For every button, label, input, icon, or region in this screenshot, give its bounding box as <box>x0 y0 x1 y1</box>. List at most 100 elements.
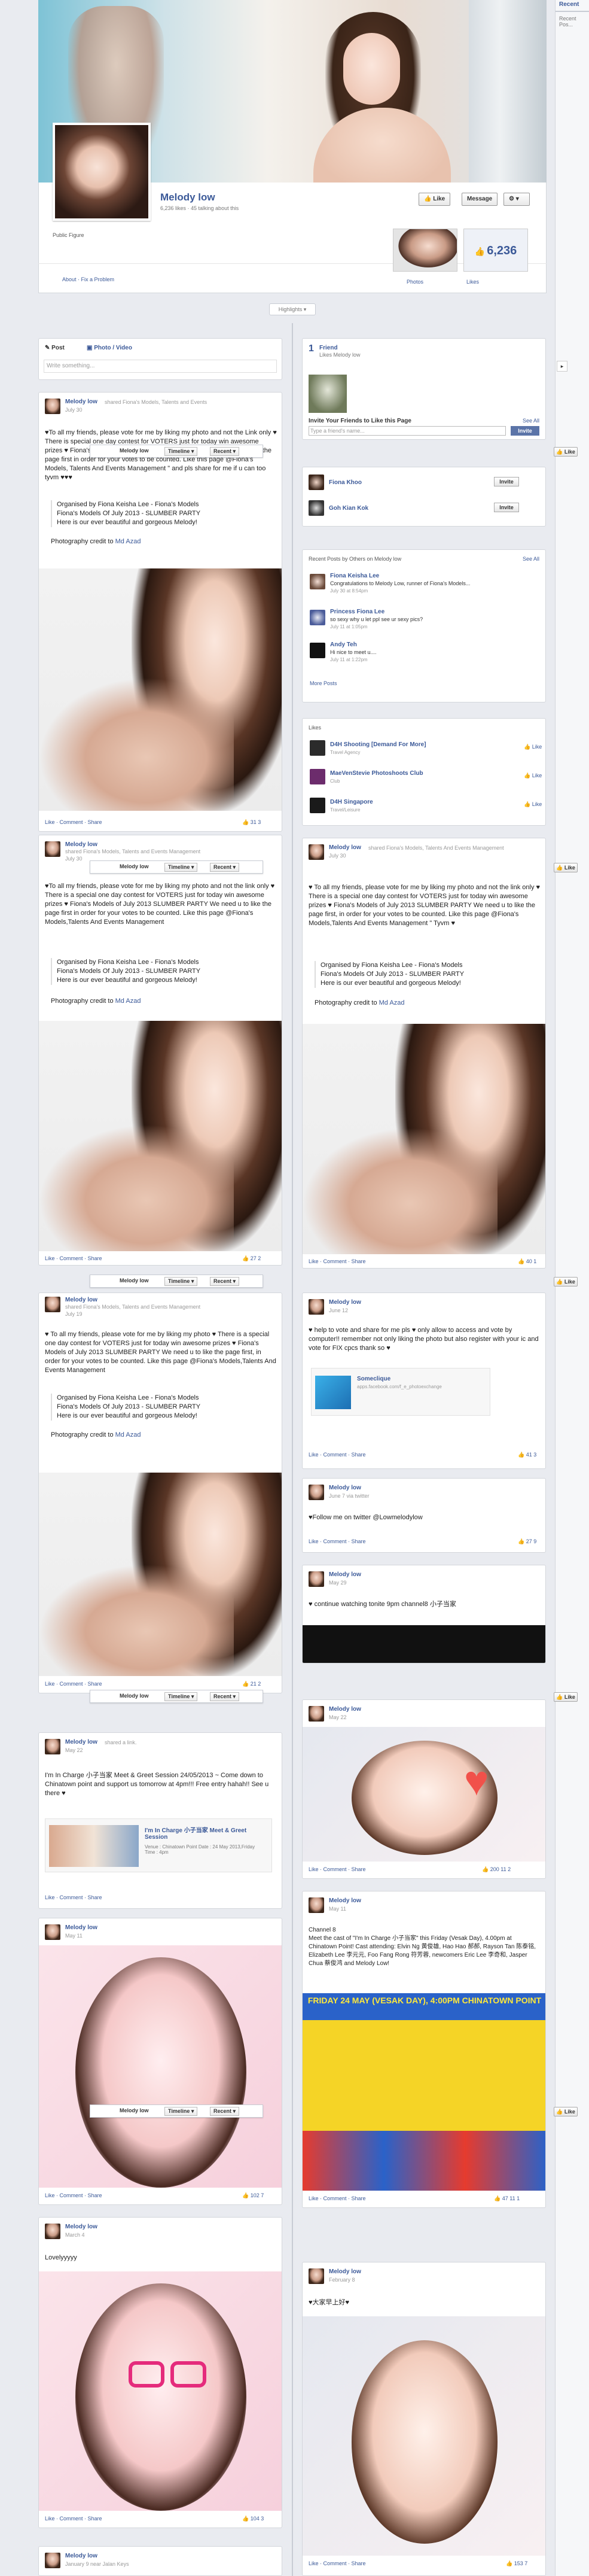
tab-post[interactable]: ✎ Post <box>45 345 65 351</box>
like-page-button[interactable]: 👍 Like <box>524 801 542 808</box>
friend-name[interactable]: Fiona Khoo <box>329 479 362 486</box>
invite-button[interactable]: Invite <box>494 503 519 512</box>
photos-thumbnail[interactable] <box>393 229 457 272</box>
post-actions[interactable]: Like · Comment · Share <box>309 2195 366 2201</box>
side-title[interactable]: Recent <box>559 1 579 8</box>
post-date[interactable]: May 11 <box>329 1906 346 1912</box>
post-author[interactable]: Melody low <box>329 1571 361 1578</box>
post-photo[interactable] <box>303 2316 545 2556</box>
credit-link[interactable]: Md Azad <box>115 1431 141 1438</box>
post-author[interactable]: Melody low <box>65 2224 97 2230</box>
avatar[interactable] <box>45 1739 60 1754</box>
profile-picture[interactable] <box>53 123 151 221</box>
avatar[interactable] <box>45 2224 60 2239</box>
recent-dropdown[interactable]: Recent ▾ <box>210 447 240 456</box>
post-actions[interactable]: Like · Comment · Share <box>45 1255 102 1261</box>
nav-page-name[interactable]: Melody low <box>117 863 152 872</box>
post-actions[interactable]: Like · Comment · Share <box>309 1452 366 1458</box>
post-photo[interactable] <box>39 1945 282 2188</box>
floating-like-button[interactable]: 👍 Like <box>554 2107 578 2116</box>
avatar[interactable] <box>309 500 324 516</box>
post-author[interactable]: Melody low <box>65 1297 97 1303</box>
nav-page-name[interactable]: Melody low <box>117 1692 152 1701</box>
nav-page-name[interactable]: Melody low <box>117 447 152 456</box>
avatar[interactable] <box>309 1706 324 1722</box>
nav-page-name[interactable]: Melody low <box>117 2107 152 2116</box>
like-count[interactable]: 👍 102 7 <box>242 2192 264 2199</box>
post-date[interactable]: July 30 <box>65 407 83 413</box>
avatar[interactable] <box>45 841 60 857</box>
page-logo[interactable] <box>310 740 325 756</box>
post-date[interactable]: June 12 <box>329 1307 348 1313</box>
post-author[interactable]: Melody low <box>329 844 361 851</box>
tab-photo-video[interactable]: ▣ Photo / Video <box>87 345 132 351</box>
post-actions[interactable]: Like · Comment · Share <box>45 1681 102 1687</box>
post-date[interactable]: July 30 <box>65 856 83 862</box>
post-photo[interactable] <box>39 568 282 811</box>
invite-search-button[interactable]: Invite <box>511 426 539 436</box>
credit-link[interactable]: Md Azad <box>115 997 141 1005</box>
post-actions[interactable]: Like · Comment · Share <box>309 2560 366 2566</box>
avatar[interactable] <box>45 1924 60 1940</box>
floating-like-button[interactable]: 👍 Like <box>554 447 578 457</box>
poster-name[interactable]: Andy Teh <box>330 641 357 648</box>
post-author[interactable]: Melody low <box>329 1706 361 1713</box>
recent-dropdown[interactable]: Recent ▾ <box>210 1692 240 1701</box>
post-shared[interactable]: shared Fiona's Models, Talents and Event… <box>65 1304 245 1310</box>
page-logo[interactable] <box>310 769 325 784</box>
post-actions[interactable]: Like · Comment · Share <box>45 819 102 825</box>
post-author[interactable]: Melody low <box>329 1897 361 1904</box>
avatar[interactable] <box>309 2268 324 2284</box>
post-date[interactable]: May 11 <box>65 1933 83 1939</box>
post-date[interactable]: June 7 via twitter <box>329 1493 370 1499</box>
nav-page-name[interactable]: Melody low <box>117 1277 152 1286</box>
likes-label[interactable]: Likes <box>466 279 479 285</box>
post-actions[interactable]: Like · Comment · Share <box>309 1258 366 1264</box>
liked-page-name[interactable]: D4H Shooting [Demand For More] <box>330 741 426 748</box>
post-actions[interactable]: Like · Comment · Share <box>45 2516 102 2522</box>
avatar[interactable] <box>45 1297 60 1312</box>
like-count[interactable]: 👍 31 3 <box>242 819 261 826</box>
avatar[interactable] <box>309 1571 324 1587</box>
like-count[interactable]: 👍 21 2 <box>242 1681 261 1687</box>
floating-like-button[interactable]: 👍 Like <box>554 863 578 872</box>
post-shared[interactable]: shared Fiona's Models, Talents And Event… <box>368 845 504 851</box>
see-all-link[interactable]: See All <box>523 418 539 424</box>
recent-dropdown[interactable]: Recent ▾ <box>210 1277 240 1286</box>
timeline-dropdown[interactable]: Timeline ▾ <box>164 2107 198 2116</box>
page-logo[interactable] <box>310 798 325 813</box>
about-link[interactable]: About · Fix a Problem <box>62 276 114 282</box>
credit-link[interactable]: Md Azad <box>379 999 405 1006</box>
post-shared[interactable]: shared Fiona's Models, Talents and Event… <box>105 399 207 405</box>
like-count[interactable]: 👍 40 1 <box>518 1258 536 1265</box>
post-date[interactable]: May 22 <box>329 1714 347 1720</box>
app-name[interactable]: Someclique <box>357 1376 390 1382</box>
avatar[interactable] <box>310 643 325 658</box>
like-count[interactable]: 👍 104 3 <box>242 2516 264 2522</box>
event-poster[interactable]: FRIDAY 24 MAY (VESAK DAY), 4:00PM CHINAT… <box>303 1993 545 2191</box>
post-date[interactable]: July 30 <box>329 853 346 859</box>
timeline-dropdown[interactable]: Timeline ▾ <box>164 863 198 872</box>
post-date[interactable]: January 9 near Jalan Keys <box>65 2561 129 2567</box>
avatar[interactable] <box>310 610 325 625</box>
floating-like-button[interactable]: 👍 Like <box>554 1277 578 1287</box>
recent-dropdown[interactable]: Recent ▾ <box>210 863 240 872</box>
like-page-button[interactable]: 👍 Like <box>524 773 542 779</box>
more-posts-link[interactable]: More Posts <box>310 680 337 686</box>
link-attachment[interactable]: I'm In Charge 小子当家 Meet & Greet Session … <box>45 1818 272 1872</box>
post-author[interactable]: Melody low <box>329 2268 361 2275</box>
side-toggle-button[interactable]: ▸ <box>557 361 567 372</box>
like-count[interactable]: 👍 47 11 1 <box>494 2195 520 2202</box>
post-date[interactable]: July 19 <box>65 1311 83 1317</box>
avatar[interactable] <box>45 399 60 414</box>
avatar[interactable] <box>309 1299 324 1315</box>
post-actions[interactable]: Like · Comment · Share <box>45 1894 102 1900</box>
recent-dropdown[interactable]: Recent ▾ <box>210 2107 240 2116</box>
post-author[interactable]: Melody low <box>65 841 97 848</box>
post-date[interactable]: May 22 <box>65 1747 83 1753</box>
like-count[interactable]: 👍 200 11 2 <box>482 1866 511 1873</box>
like-count[interactable]: 👍 27 9 <box>518 1538 536 1545</box>
app-attachment[interactable]: Someclique apps.facebook.com/f_e_photoex… <box>311 1368 490 1416</box>
post-author[interactable]: Melody low <box>65 2553 97 2559</box>
post-author[interactable]: Melody low <box>65 1739 97 1745</box>
